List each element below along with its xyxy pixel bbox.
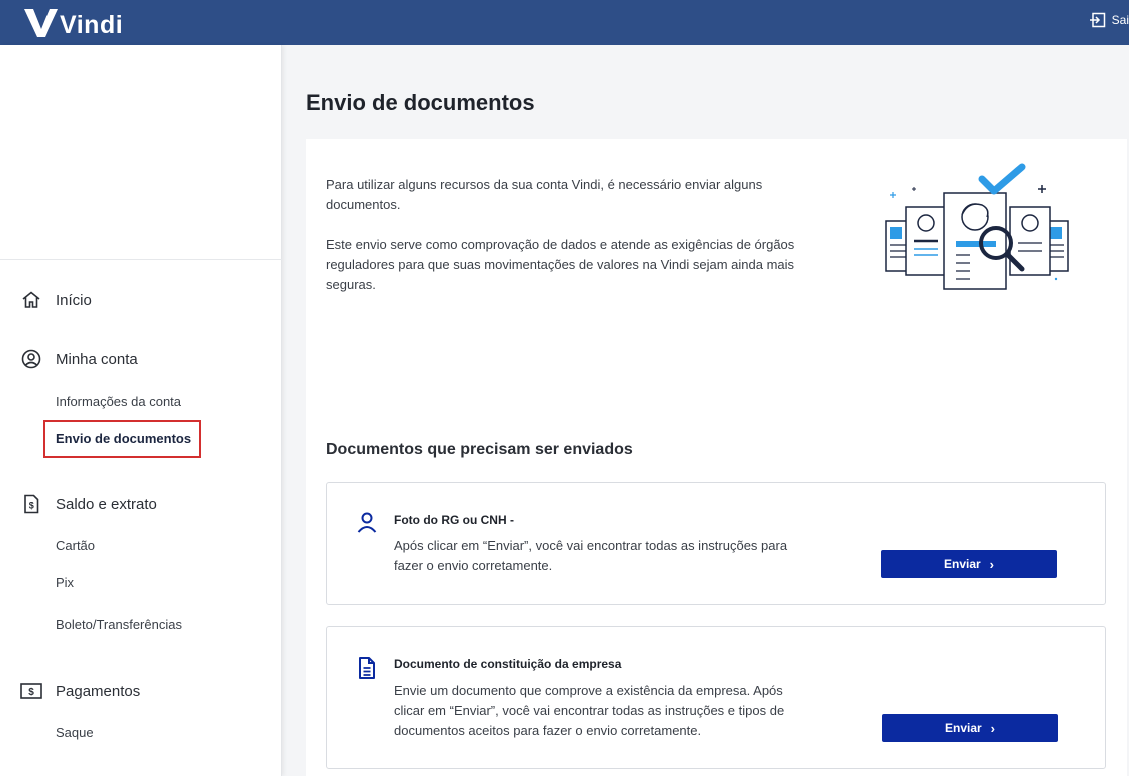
document-card-constituicao: Documento de constituição da empresa Env…: [326, 626, 1106, 769]
sidebar-subitem-pix[interactable]: Pix: [56, 575, 74, 590]
logout-icon: [1089, 12, 1105, 28]
sidebar-item-label: Pagamentos: [56, 682, 141, 700]
person-icon: [357, 512, 377, 533]
vindi-logo[interactable]: Vindi: [24, 6, 124, 39]
documents-card: Para utilizar alguns recursos da sua con…: [306, 139, 1127, 776]
logout-label: Sair: [1111, 13, 1129, 27]
sidebar-subitem-boleto-transferencias[interactable]: Boleto/Transferências: [56, 617, 182, 632]
svg-text:$: $: [28, 687, 34, 698]
sidebar-subitem-cartao[interactable]: Cartão: [56, 538, 95, 553]
sidebar-item-label: Saldo e extrato: [56, 495, 157, 513]
sidebar-item-inicio[interactable]: Início: [20, 289, 92, 311]
send-button-label: Enviar: [943, 557, 981, 571]
section-title: Documentos que precisam ser enviados: [326, 441, 633, 458]
sidebar-subitem-envio-de-documentos[interactable]: Envio de documentos: [56, 431, 191, 446]
vindi-v-icon: [24, 9, 58, 37]
send-constituicao-button[interactable]: Enviar ›: [882, 714, 1058, 742]
sidebar: Início Minha conta Informações da conta …: [0, 45, 282, 776]
sidebar-item-label: Minha conta: [56, 350, 138, 368]
home-icon: [20, 289, 42, 311]
chevron-right-icon: ›: [989, 556, 995, 572]
chevron-right-icon: ›: [990, 720, 996, 736]
logout-button[interactable]: Sair: [1089, 12, 1129, 28]
dollar-bill-icon: $: [20, 680, 42, 702]
document-title: Foto do RG ou CNH -: [394, 513, 514, 527]
sidebar-item-minha-conta[interactable]: Minha conta: [20, 348, 138, 370]
document-description: Após clicar em “Enviar”, você vai encont…: [394, 538, 788, 573]
sidebar-subitem-saque[interactable]: Saque: [56, 725, 94, 740]
send-rg-cnh-button[interactable]: Enviar ›: [881, 550, 1057, 578]
document-description: Envie um documento que comprove a existê…: [394, 683, 785, 738]
document-card-rg-cnh: Foto do RG ou CNH - Após clicar em “Envi…: [326, 482, 1106, 605]
document-verification-illustration: [885, 163, 1069, 290]
page-title: Envio de documentos: [306, 90, 535, 115]
svg-text:$: $: [29, 501, 34, 511]
dollar-document-icon: $: [20, 493, 42, 515]
user-circle-icon: [20, 348, 42, 370]
intro-paragraph-1: Para utilizar alguns recursos da sua con…: [326, 177, 763, 212]
logo-text: Vindi: [60, 10, 124, 39]
document-title: Documento de constituição da empresa: [394, 657, 622, 671]
intro-paragraph-2: Este envio serve como comprovação de dad…: [326, 237, 795, 292]
sidebar-item-label: Início: [56, 291, 92, 309]
document-icon: [359, 657, 375, 679]
send-button-label: Enviar: [944, 721, 982, 735]
sidebar-subitem-informacoes-da-conta[interactable]: Informações da conta: [56, 394, 181, 409]
top-bar: Vindi Sair: [0, 0, 1129, 45]
sidebar-divider: [0, 259, 282, 260]
sidebar-item-saldo-e-extrato[interactable]: $ Saldo e extrato: [20, 493, 157, 515]
sidebar-item-pagamentos[interactable]: $ Pagamentos: [20, 680, 140, 702]
